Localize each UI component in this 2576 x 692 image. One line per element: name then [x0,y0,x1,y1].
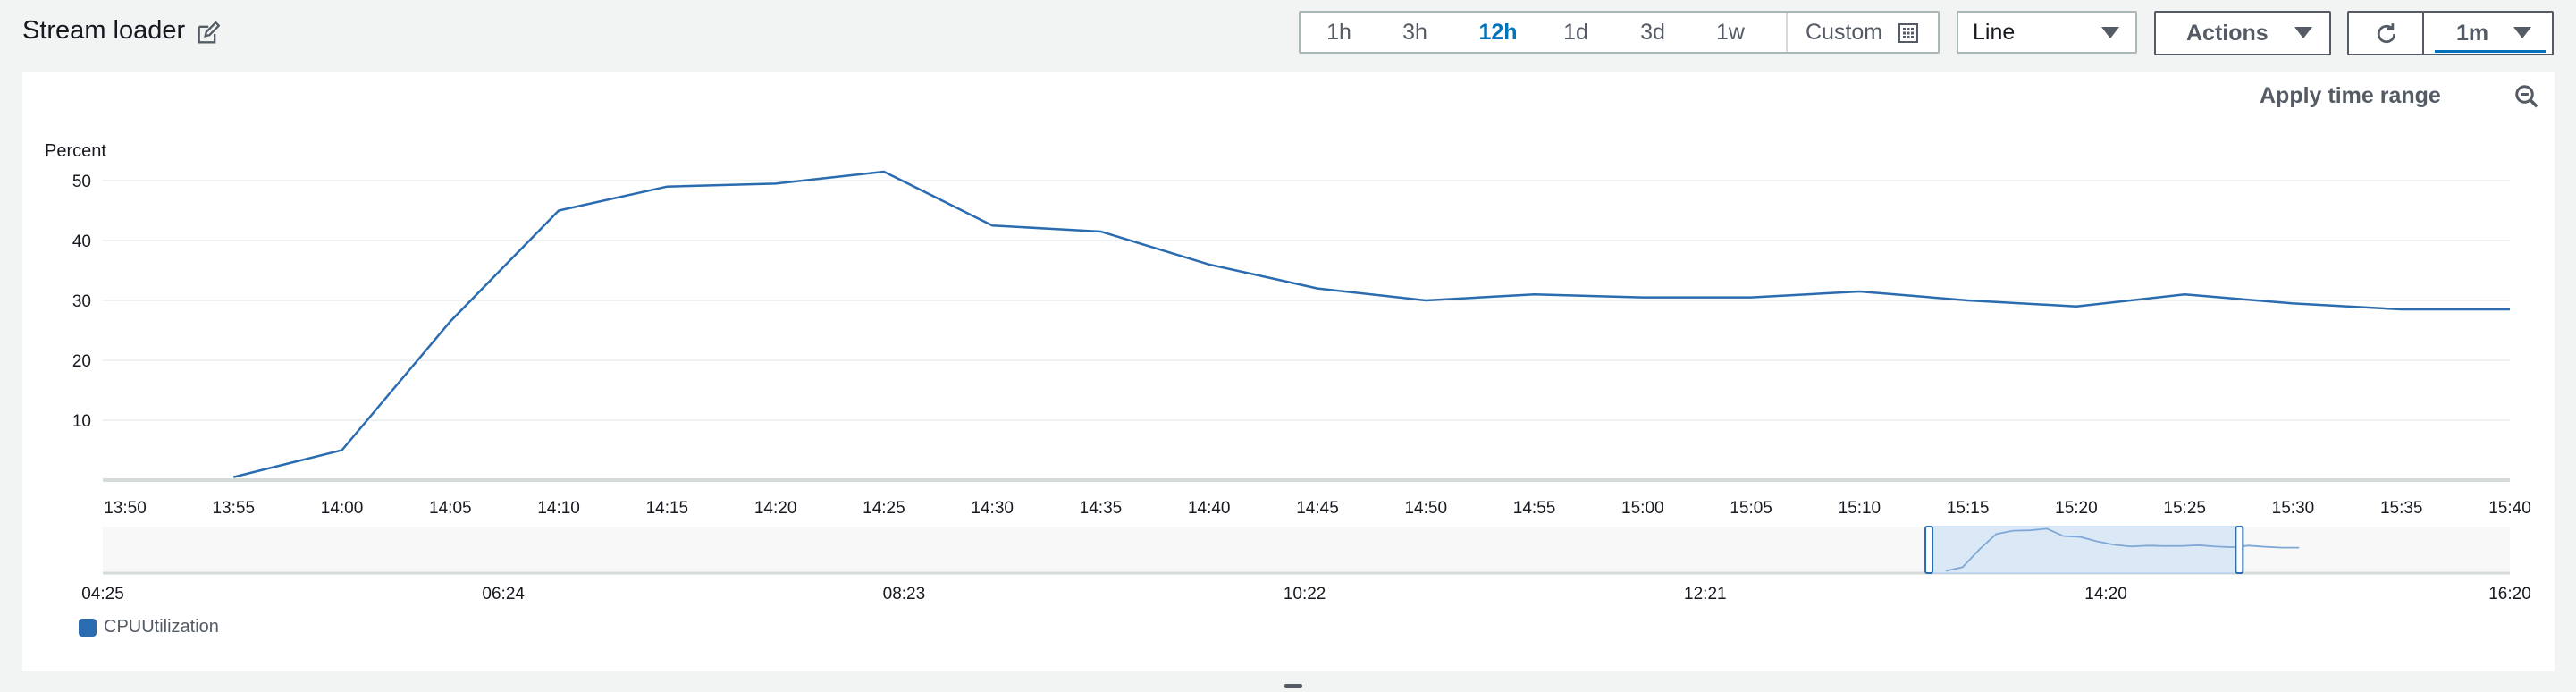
resize-handle[interactable] [1284,684,1302,688]
series-line-cpuutilization[interactable] [232,170,2510,478]
x-tick-label: 15:15 [1947,499,1990,518]
x-tick-label: 14:20 [754,499,797,518]
x-tick-label: 14:45 [1296,499,1339,518]
x-tick-label: 15:20 [2055,499,2098,518]
x-tick-label: 15:40 [2488,499,2531,518]
x-tick-label: 13:55 [212,499,255,518]
x-tick-label: 13:50 [104,499,147,518]
overview-handle-right[interactable] [2235,526,2244,574]
overview-selection[interactable] [1928,526,2240,574]
overview-tick-label: 12:21 [1684,585,1727,603]
overview-handle-left[interactable] [1924,526,1934,574]
x-tick-label: 14:35 [1080,499,1123,518]
y-axis-ticks: 10 20 30 40 50 [72,173,91,431]
x-tick-label: 14:05 [429,499,472,518]
x-tick-label: 14:15 [646,499,689,518]
x-tick-label: 15:00 [1621,499,1664,518]
y-axis-label: Percent [45,141,106,161]
overview-tick-label: 06:24 [482,585,525,603]
legend-label[interactable]: CPUUtilization [104,617,219,637]
x-tick-label: 14:55 [1513,499,1556,518]
overview-tick-label: 16:20 [2488,585,2531,603]
line-chart: Percent 1020304050 13:50 13:55 14:00 14:05 1… [45,141,2531,603]
y-tick-label: 30 [72,292,91,311]
series-group [232,170,2510,478]
y-tick-label: 10 [72,412,91,431]
overview-tick-label: 04:25 [81,585,124,603]
x-tick-label: 15:35 [2380,499,2423,518]
x-tick-label: 15:05 [1730,499,1772,518]
y-tick-label: 20 [72,352,91,371]
overview-tick-label: 10:22 [1284,585,1326,603]
x-tick-label: 14:50 [1404,499,1447,518]
x-tick-label: 15:25 [2163,499,2206,518]
x-tick-label: 15:10 [1839,499,1881,518]
overview-tick-label: 14:20 [2084,585,2127,603]
x-tick-label: 14:25 [863,499,905,518]
overview-navigator[interactable]: 04:25 06:24 08:23 10:22 12:21 14:20 16:20 [81,526,2531,603]
x-axis-ticks: 13:50 13:55 14:00 14:05 14:10 14:15 14:20 14:25… [104,499,2531,518]
y-tick-label: 40 [72,232,91,251]
x-tick-label: 14:30 [971,499,1014,518]
x-tick-label: 15:30 [2272,499,2315,518]
overview-tick-label: 08:23 [883,585,926,603]
x-tick-label: 14:40 [1188,499,1231,518]
overview-x-ticks: 04:25 06:24 08:23 10:22 12:21 14:20 16:20 [81,585,2531,603]
legend-swatch [79,619,97,637]
x-tick-label: 14:00 [321,499,364,518]
x-tick-label: 14:10 [537,499,580,518]
grid-lines [103,180,2510,421]
y-tick-label: 50 [72,173,91,191]
